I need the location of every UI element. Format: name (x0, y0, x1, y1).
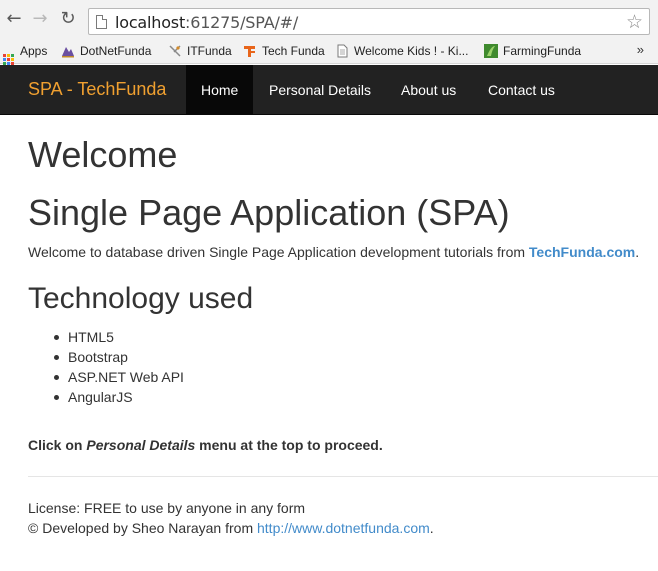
instruction-emphasis: Personal Details (86, 437, 196, 453)
brand-link[interactable]: SPA - TechFunda (28, 79, 166, 100)
developed-by-text: © Developed by Sheo Narayan from http://… (28, 518, 434, 538)
url-text[interactable]: localhost:61275/SPA/#/ (115, 13, 298, 32)
nav-about-us[interactable]: About us (386, 65, 471, 115)
bookmark-dotnetfunda[interactable]: DotNetFunda (61, 42, 151, 60)
bookmark-label: Apps (20, 44, 48, 58)
intro-suffix: . (635, 244, 640, 260)
list-item: AngularJS (50, 387, 184, 407)
bookmark-farmingfunda[interactable]: FarmingFunda (484, 42, 581, 60)
instruction-text: Click on Personal Details menu at the to… (28, 437, 383, 453)
developed-suffix: . (429, 520, 434, 536)
technology-list: HTML5 Bootstrap ASP.NET Web API AngularJ… (50, 327, 184, 407)
nav-home[interactable]: Home (186, 65, 254, 115)
techfunda-icon (243, 44, 257, 58)
technology-heading: Technology used (28, 282, 254, 315)
farmingfunda-icon (484, 44, 498, 58)
bookmark-techfunda[interactable]: Tech Funda (243, 42, 325, 60)
footer-divider (28, 476, 658, 477)
nav-contact-us[interactable]: Contact us (473, 65, 570, 115)
nav-personal-details[interactable]: Personal Details (254, 65, 386, 115)
browser-toolbar: ← → ↻ localhost:61275/SPA/#/ ☆ (0, 0, 658, 38)
list-item: Bootstrap (50, 347, 184, 367)
bookmark-label: Welcome Kids ! - Ki... (354, 44, 469, 58)
bookmark-label: ITFunda (187, 44, 232, 58)
app-navbar: SPA - TechFunda Home Personal Details Ab… (0, 65, 658, 115)
instruction-prefix: Click on (28, 437, 87, 453)
bookmark-apps[interactable]: Apps (3, 42, 48, 65)
dotnetfunda-link[interactable]: http://www.dotnetfunda.com (257, 520, 430, 536)
list-item: ASP.NET Web API (50, 367, 184, 387)
footer: License: FREE to use by anyone in any fo… (28, 498, 434, 538)
bookmark-itfunda[interactable]: ITFunda (168, 42, 232, 60)
techfunda-link[interactable]: TechFunda.com (529, 244, 635, 260)
instruction-suffix: menu at the top to proceed. (195, 437, 383, 453)
itfunda-icon (168, 44, 182, 58)
welcome-heading: Welcome (28, 134, 178, 175)
bookmark-label: Tech Funda (262, 44, 325, 58)
star-icon[interactable]: ☆ (626, 11, 643, 33)
bookmarks-overflow-button[interactable]: » (637, 42, 644, 57)
intro-text: Welcome to database driven Single Page A… (28, 244, 639, 260)
forward-arrow-icon[interactable]: → (30, 9, 50, 29)
page-title: Single Page Application (SPA) (28, 192, 510, 233)
back-arrow-icon[interactable]: ← (4, 9, 24, 29)
developed-prefix: © Developed by Sheo Narayan from (28, 520, 257, 536)
address-bar[interactable]: localhost:61275/SPA/#/ ☆ (88, 8, 650, 35)
page-icon (335, 44, 349, 58)
url-path: :61275/SPA/#/ (185, 13, 299, 32)
reload-icon[interactable]: ↻ (58, 9, 78, 29)
intro-prefix: Welcome to database driven Single Page A… (28, 244, 529, 260)
page-icon (96, 15, 107, 29)
bookmark-label: FarmingFunda (503, 44, 582, 58)
bookmark-welcome-kids[interactable]: Welcome Kids ! - Ki... (335, 42, 468, 60)
list-item: HTML5 (50, 327, 184, 347)
dotnetfunda-icon (61, 44, 75, 58)
bookmark-label: DotNetFunda (80, 44, 152, 58)
license-text: License: FREE to use by anyone in any fo… (28, 500, 306, 516)
apps-grid-icon (3, 54, 14, 65)
url-host: localhost (115, 13, 186, 32)
bookmarks-bar: Apps DotNetFunda ITFunda Tech Funda Welc… (0, 38, 658, 65)
